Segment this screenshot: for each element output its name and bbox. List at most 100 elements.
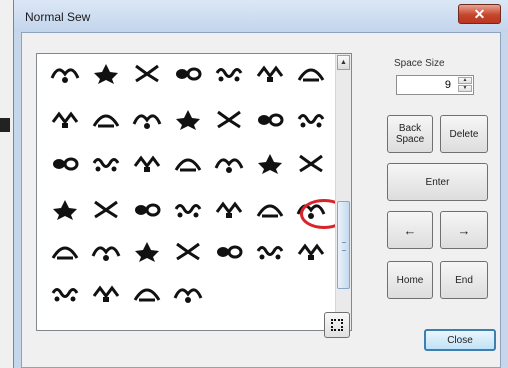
space-size-label: Space Size: [394, 58, 445, 69]
glyph-39-icon: [173, 288, 203, 303]
space-size-increment[interactable]: ▲: [458, 77, 472, 84]
glyph-5-icon: [215, 68, 243, 82]
glyph-8-icon: [51, 111, 79, 128]
glyph-17-icon: [133, 155, 161, 172]
glyph-31[interactable]: [131, 238, 163, 264]
frame-toggle-button[interactable]: [324, 312, 350, 338]
glyph-23[interactable]: [90, 196, 122, 222]
glyph-16[interactable]: [90, 150, 122, 176]
glyph-18-icon: [174, 158, 202, 172]
glyph-7[interactable]: [295, 60, 327, 86]
glyph-22[interactable]: [49, 196, 81, 222]
glyph-30-icon: [91, 246, 121, 261]
glyph-10-icon: [132, 114, 162, 129]
back-space-button[interactable]: Back Space: [387, 115, 433, 153]
space-size-spin-buttons: ▲ ▼: [458, 77, 472, 93]
glyph-33[interactable]: [213, 238, 245, 264]
enter-button[interactable]: Enter: [387, 163, 488, 201]
glyph-panel-scrollbar[interactable]: ▲ ▼: [335, 54, 351, 330]
background-window-edge: [0, 0, 13, 368]
home-button[interactable]: Home: [387, 261, 433, 299]
end-button[interactable]: End: [440, 261, 488, 299]
glyph-4-icon: [176, 67, 202, 81]
glyph-38-icon: [133, 288, 161, 302]
glyph-2[interactable]: [90, 60, 122, 86]
glyph-27-icon: [256, 204, 284, 218]
glyph-33-icon: [217, 245, 243, 259]
glyph-row: [49, 238, 327, 264]
glyph-32-icon: [176, 242, 200, 261]
glyph-14[interactable]: [295, 106, 327, 132]
glyph-29-icon: [51, 246, 79, 260]
window-title: Normal Sew: [25, 10, 91, 24]
glyph-29[interactable]: [49, 238, 81, 264]
glyph-35[interactable]: [295, 238, 327, 264]
glyph-24[interactable]: [131, 196, 163, 222]
background-window-mark: [0, 118, 10, 132]
glyph-31-icon: [135, 242, 159, 262]
glyph-7-icon: [297, 68, 325, 82]
glyph-38[interactable]: [131, 280, 163, 306]
glyph-32[interactable]: [172, 238, 204, 264]
glyph-13[interactable]: [254, 106, 286, 132]
space-size-spinner[interactable]: 9 ▲ ▼: [396, 75, 474, 95]
scroll-thumb-grip-icon: [342, 242, 346, 251]
glyph-panel: ▲ ▼: [36, 53, 352, 331]
delete-button[interactable]: Delete: [440, 115, 488, 153]
glyph-row: [49, 280, 204, 306]
left-arrow-button[interactable]: ←: [387, 211, 433, 249]
glyph-12-icon: [217, 110, 241, 129]
glyph-36[interactable]: [49, 280, 81, 306]
glyph-15-icon: [53, 157, 79, 171]
glyph-1[interactable]: [49, 60, 81, 86]
glyph-9[interactable]: [90, 106, 122, 132]
dialog-client-area: ▲ ▼ Space Size 9 ▲ ▼ Back Space Delete E…: [21, 32, 501, 368]
glyph-23-icon: [94, 200, 118, 219]
scroll-thumb[interactable]: [337, 201, 350, 289]
glyph-4[interactable]: [172, 60, 204, 86]
glyph-21[interactable]: [295, 150, 327, 176]
glyph-6[interactable]: [254, 60, 286, 86]
glyph-24-icon: [135, 203, 161, 217]
glyph-25[interactable]: [172, 196, 204, 222]
glyph-2-icon: [94, 64, 118, 84]
glyph-10[interactable]: [131, 106, 163, 132]
scroll-up-button[interactable]: ▲: [337, 55, 350, 70]
glyph-3[interactable]: [131, 60, 163, 86]
glyph-39[interactable]: [172, 280, 204, 306]
glyph-27[interactable]: [254, 196, 286, 222]
glyph-25-icon: [174, 204, 202, 218]
space-size-value[interactable]: 9: [445, 79, 451, 91]
glyph-17[interactable]: [131, 150, 163, 176]
glyph-16-icon: [92, 158, 120, 172]
glyph-11[interactable]: [172, 106, 204, 132]
glyph-12[interactable]: [213, 106, 245, 132]
window-close-button[interactable]: ✕: [458, 4, 501, 24]
space-size-decrement[interactable]: ▼: [458, 85, 472, 92]
normal-sew-dialog: Normal Sew ✕ ▲ ▼ Space Size 9 ▲ ▼ Back S…: [13, 0, 508, 368]
glyph-15[interactable]: [49, 150, 81, 176]
glyph-11-icon: [176, 110, 200, 130]
glyph-21-icon: [299, 154, 323, 173]
glyph-36-icon: [51, 288, 79, 302]
glyph-row: [49, 106, 327, 132]
close-button[interactable]: Close: [424, 329, 496, 351]
glyph-18[interactable]: [172, 150, 204, 176]
glyph-35-icon: [297, 243, 325, 260]
glyph-19[interactable]: [213, 150, 245, 176]
glyph-row: [49, 150, 327, 176]
glyph-34[interactable]: [254, 238, 286, 264]
glyph-8[interactable]: [49, 106, 81, 132]
glyph-3-icon: [135, 64, 159, 83]
glyph-20[interactable]: [254, 150, 286, 176]
glyph-30[interactable]: [90, 238, 122, 264]
glyph-row: [49, 60, 327, 86]
title-bar: Normal Sew ✕: [14, 0, 508, 32]
glyph-37[interactable]: [90, 280, 122, 306]
glyph-1-icon: [50, 68, 80, 83]
glyph-20-icon: [258, 154, 282, 174]
glyph-5[interactable]: [213, 60, 245, 86]
glyph-26[interactable]: [213, 196, 245, 222]
right-arrow-button[interactable]: →: [440, 211, 488, 249]
glyph-37-icon: [92, 285, 120, 302]
